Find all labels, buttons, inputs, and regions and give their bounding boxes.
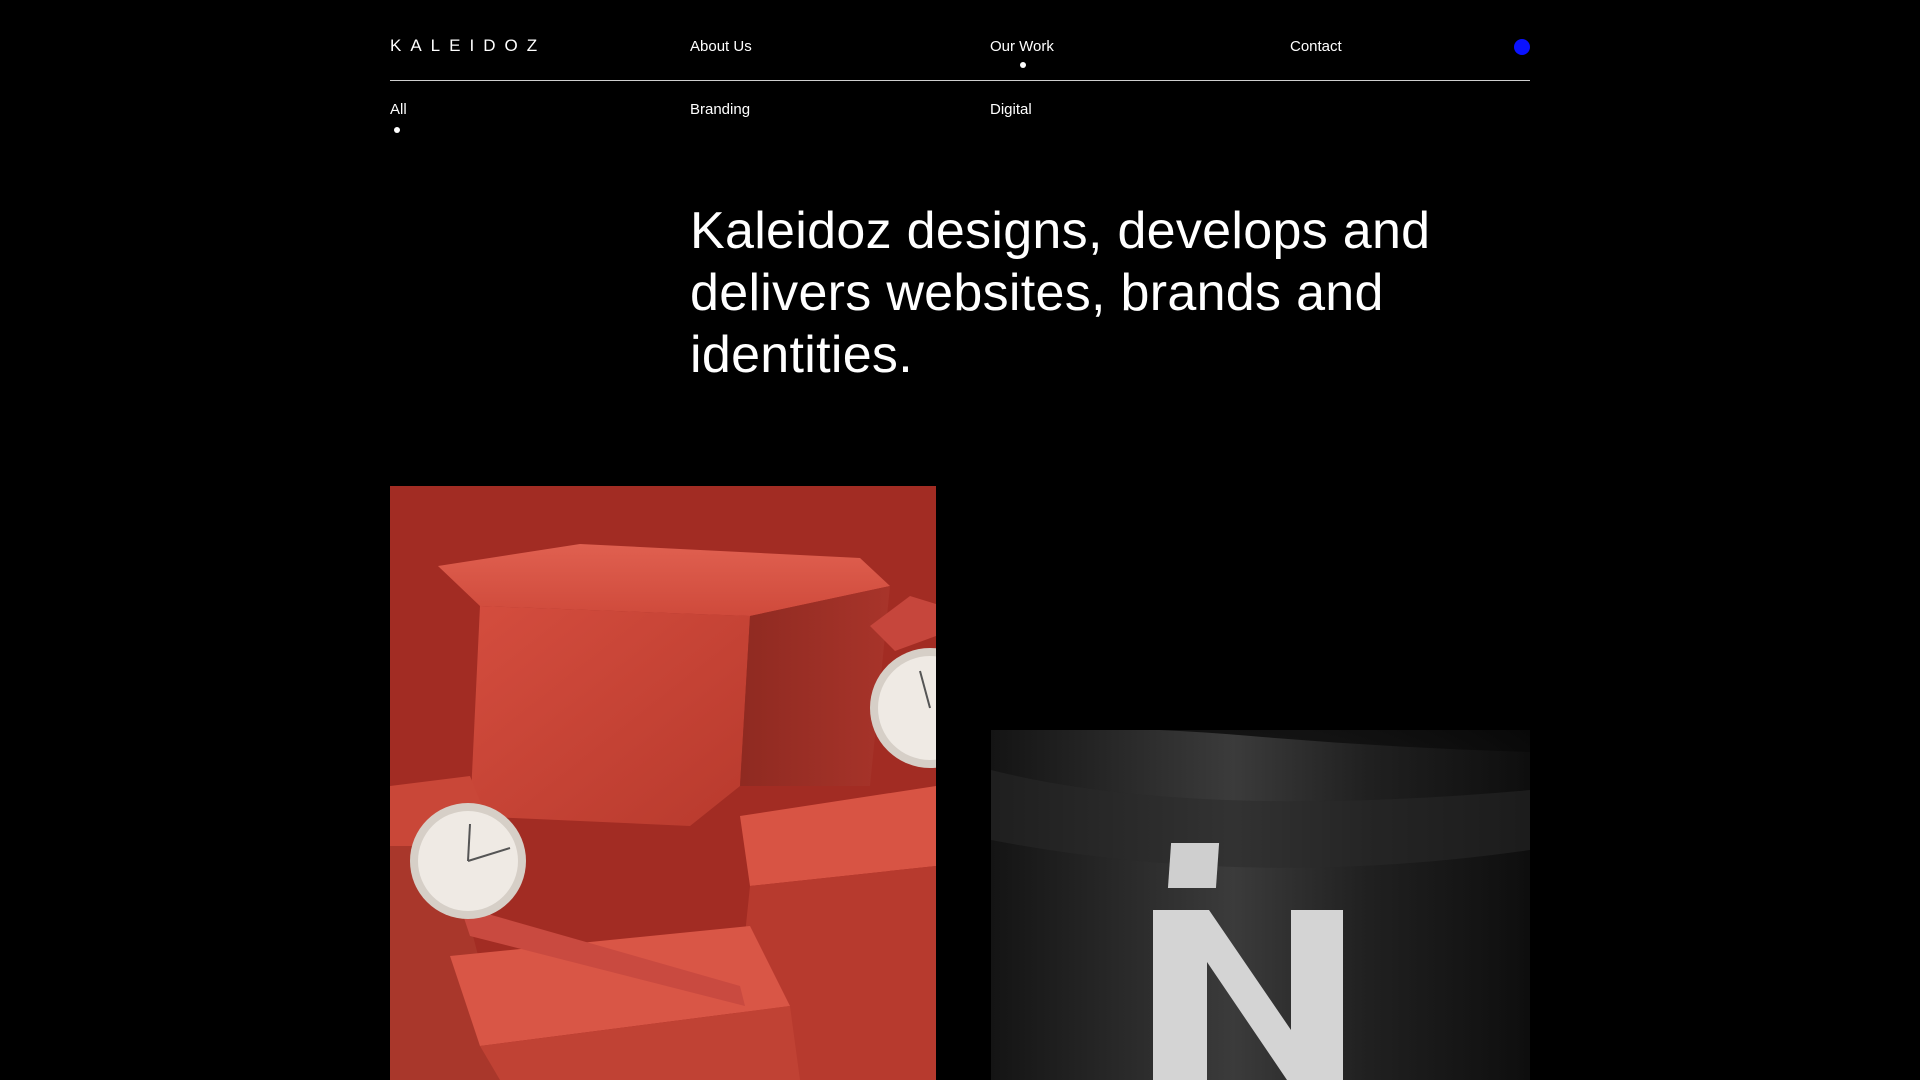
menu-dot-button[interactable] (1514, 39, 1530, 55)
nav-about-us[interactable]: About Us (690, 37, 752, 57)
hero-headline: Kaleidoz designs, develops and delivers … (690, 202, 1431, 384)
nav-our-work[interactable]: Our Work (990, 37, 1054, 68)
filter-all[interactable]: All (390, 100, 407, 133)
filter-branding-label: Branding (690, 101, 751, 118)
site-header: KALEIDOZ About Us Our Work Contact (390, 0, 1530, 81)
nav-about-us-label: About Us (690, 38, 752, 55)
filter-all-label: All (390, 101, 407, 118)
project-tile-flag[interactable] (991, 730, 1530, 1080)
black-flag-photo (991, 730, 1530, 1080)
active-indicator-dot (394, 127, 400, 133)
active-indicator-dot (1020, 62, 1026, 68)
nav-our-work-label: Our Work (990, 38, 1054, 55)
nav-contact-label: Contact (1290, 38, 1342, 55)
page: KALEIDOZ About Us Our Work Contact All B… (0, 0, 1920, 1080)
nav-contact[interactable]: Contact (1290, 37, 1342, 57)
filter-digital[interactable]: Digital (990, 100, 1032, 120)
filter-branding[interactable]: Branding (690, 100, 750, 120)
filter-digital-label: Digital (990, 101, 1032, 118)
project-tile-watch[interactable] (390, 486, 936, 1080)
logo[interactable]: KALEIDOZ (390, 36, 546, 56)
red-watch-photo (390, 486, 936, 1080)
